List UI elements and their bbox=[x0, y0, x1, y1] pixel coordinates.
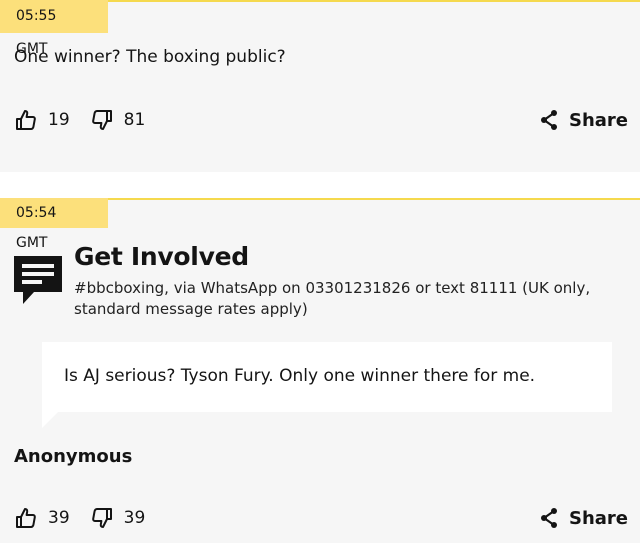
thumbs-down-icon bbox=[91, 110, 112, 130]
like-button[interactable]: 19 bbox=[14, 108, 70, 132]
share-label: Share bbox=[568, 109, 628, 131]
share-label: Share bbox=[568, 507, 628, 529]
share-button[interactable]: Share bbox=[539, 109, 628, 131]
post-actions: 19 81 Share bbox=[14, 106, 628, 134]
share-icon bbox=[540, 110, 557, 130]
thumbs-down-icon bbox=[91, 508, 112, 528]
get-involved-block: Get Involved #bbcboxing, via WhatsApp on… bbox=[14, 242, 614, 322]
reader-comment-bubble: Is AJ serious? Tyson Fury. Only one winn… bbox=[42, 342, 612, 412]
live-post: 05:54 GMT Get Involved #bbcboxing, via W… bbox=[0, 198, 640, 543]
post-text: One winner? The boxing public? bbox=[14, 47, 286, 67]
post-timestamp: 05:54 GMT bbox=[0, 198, 108, 251]
speech-bubble-icon bbox=[14, 256, 62, 304]
live-post: 05:55 GMT One winner? The boxing public?… bbox=[0, 0, 640, 172]
post-timestamp: 05:55 GMT bbox=[0, 0, 108, 57]
like-button[interactable]: 39 bbox=[14, 506, 70, 530]
comment-author: Anonymous bbox=[14, 446, 133, 467]
share-icon bbox=[540, 508, 557, 528]
thumbs-up-icon bbox=[16, 110, 36, 130]
like-count: 19 bbox=[48, 110, 70, 130]
dislike-count: 39 bbox=[123, 508, 146, 528]
share-button[interactable]: Share bbox=[539, 507, 628, 529]
get-involved-description: #bbcboxing, via WhatsApp on 03301231826 … bbox=[74, 279, 591, 318]
comment-bubble-tail bbox=[42, 412, 58, 428]
thumbs-up-icon bbox=[16, 508, 36, 528]
get-involved-title: Get Involved bbox=[74, 242, 249, 271]
like-count: 39 bbox=[48, 508, 70, 528]
post-actions: 39 39 Share bbox=[14, 504, 628, 532]
dislike-button[interactable]: 81 bbox=[90, 108, 146, 132]
dislike-button[interactable]: 39 bbox=[90, 506, 146, 530]
reader-comment-text: Is AJ serious? Tyson Fury. Only one winn… bbox=[64, 366, 536, 386]
dislike-count: 81 bbox=[123, 110, 146, 130]
